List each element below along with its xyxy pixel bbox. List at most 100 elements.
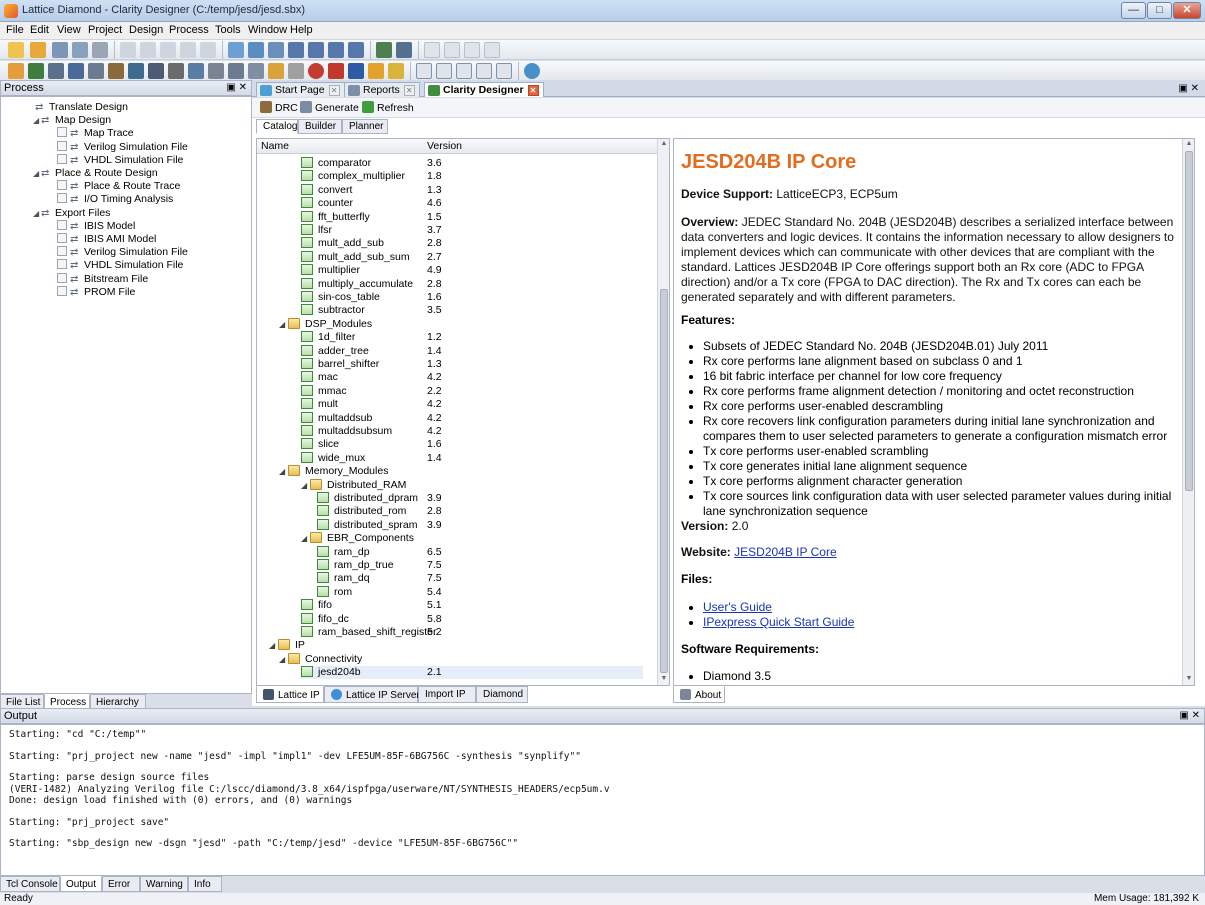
menu-window[interactable]: Window — [248, 24, 287, 36]
about-scroll-thumb[interactable] — [1185, 151, 1193, 491]
redo-icon[interactable] — [140, 42, 156, 58]
zoom-in-icon[interactable] — [288, 42, 304, 58]
catalog-ip-row[interactable]: lfsr — [301, 224, 332, 237]
catalog-ip-row[interactable]: fft_butterfly — [301, 210, 370, 224]
process-checkbox[interactable] — [57, 246, 67, 257]
tab-output[interactable]: Output — [60, 876, 102, 892]
process-checkbox[interactable] — [57, 180, 67, 191]
zoom-out-icon[interactable] — [308, 42, 324, 58]
catalog-ip-row[interactable]: comparator — [301, 157, 371, 170]
tab-error[interactable]: Error — [102, 876, 140, 892]
menu-process[interactable]: Process — [169, 24, 209, 36]
tab-lattice-ip[interactable]: Lattice IP — [256, 686, 324, 703]
catalog-ip-row[interactable]: multaddsubsum — [301, 425, 392, 438]
expand-arrow-icon[interactable]: ◢ — [279, 320, 288, 329]
process-item[interactable]: ⇄ VHDL Simulation File — [57, 153, 183, 167]
ecos-icon[interactable] — [368, 63, 384, 79]
tab-planner[interactable]: Planner — [342, 119, 388, 134]
expand-arrow-icon[interactable]: ◢ — [301, 534, 310, 543]
expand-arrow-icon[interactable]: ◢ — [269, 641, 278, 650]
expand-arrow-icon[interactable]: ◢ — [33, 209, 41, 218]
tab-reports[interactable]: Reports ✕ — [344, 82, 420, 97]
layout-1-icon[interactable] — [424, 42, 440, 58]
expand-arrow-icon[interactable]: ◢ — [301, 481, 310, 490]
physical-view-icon[interactable] — [128, 63, 144, 79]
column-name[interactable]: Name — [261, 140, 289, 152]
print-icon[interactable] — [92, 42, 108, 58]
panel-icon[interactable] — [396, 42, 412, 58]
layout-3-icon[interactable] — [464, 42, 480, 58]
layout-4-icon[interactable] — [484, 42, 500, 58]
copy-icon[interactable] — [180, 42, 196, 58]
replace-icon[interactable] — [248, 42, 264, 58]
menu-project[interactable]: Project — [88, 24, 122, 36]
catalog-scroll-thumb[interactable] — [660, 289, 668, 673]
wizard-icon[interactable] — [388, 63, 404, 79]
scroll-up-icon[interactable]: ▲ — [659, 140, 669, 147]
process-item[interactable]: ⇄ IBIS AMI Model — [57, 233, 156, 246]
scroll-down-icon[interactable]: ▼ — [1184, 675, 1194, 682]
spreadsheet-icon[interactable] — [68, 63, 84, 79]
paste-icon[interactable] — [200, 42, 216, 58]
catalog-ip-row[interactable]: fifo — [301, 599, 332, 612]
netlist-icon[interactable] — [48, 63, 64, 79]
netlist-analyzer-icon[interactable] — [148, 63, 164, 79]
process-checkbox[interactable] — [57, 219, 67, 230]
catalog-ip-row[interactable]: adder_tree — [301, 344, 369, 358]
process-item[interactable]: ⇄ VHDL Simulation File — [57, 259, 183, 272]
catalog-ip-row[interactable]: mult_add_sub — [301, 237, 384, 250]
package-view-icon[interactable] — [88, 63, 104, 79]
output-console[interactable]: Starting: "cd "C:/temp"" Starting: "prj_p… — [0, 724, 1205, 876]
close-tab-icon[interactable]: ✕ — [527, 85, 539, 96]
view-4-icon[interactable] — [476, 63, 492, 79]
tab-warning[interactable]: Warning — [140, 876, 188, 892]
catalog-ip-row[interactable]: ram_dq — [317, 572, 370, 585]
stop-icon[interactable] — [308, 63, 324, 79]
active-hdl-icon[interactable] — [348, 63, 364, 79]
cut-icon[interactable] — [160, 42, 176, 58]
catalog-ip-row[interactable]: wide_mux — [301, 451, 365, 465]
catalog-ip-row[interactable]: jesd204b — [301, 666, 643, 680]
tab-clarity-designer[interactable]: Clarity Designer ✕ — [424, 82, 544, 97]
scroll-down-icon[interactable]: ▼ — [659, 675, 669, 682]
save-icon[interactable] — [52, 42, 68, 58]
users-guide-link[interactable]: User's Guide — [703, 600, 772, 614]
clarity-icon[interactable] — [28, 63, 44, 79]
catalog-ip-row[interactable]: mult — [301, 398, 338, 411]
close-tab-icon[interactable]: ✕ — [403, 85, 415, 96]
tab-tcl-console[interactable]: Tcl Console — [0, 876, 60, 892]
catalog-ip-row[interactable]: distributed_spram — [317, 518, 417, 532]
catalog-ip-row[interactable]: ram_based_shift_register — [301, 626, 436, 639]
tab-builder[interactable]: Builder — [298, 119, 342, 134]
maximize-button[interactable]: □ — [1147, 2, 1172, 19]
process-item[interactable]: ⇄ Place & Route Trace — [57, 180, 180, 193]
zoom-area-icon[interactable] — [328, 42, 344, 58]
help-icon[interactable] — [524, 63, 540, 79]
timing-analysis-icon[interactable] — [168, 63, 184, 79]
process-item[interactable]: ⇄ I/O Timing Analysis — [57, 193, 173, 206]
output-panel-controls[interactable]: ▣ ✕ — [1179, 710, 1200, 721]
new-file-icon[interactable] — [8, 42, 24, 58]
scroll-up-icon[interactable]: ▲ — [1184, 140, 1194, 147]
website-link[interactable]: JESD204B IP Core — [734, 545, 837, 559]
menu-tools[interactable]: Tools — [215, 24, 241, 36]
close-tab-icon[interactable]: ✕ — [328, 85, 340, 96]
tab-about[interactable]: About — [673, 686, 725, 703]
zoom-fit-icon[interactable] — [268, 42, 284, 58]
process-item[interactable]: ⇄ Bitstream File — [57, 272, 148, 286]
tab-info[interactable]: Info — [188, 876, 222, 892]
process-item[interactable]: ◢ ⇄ Place & Route Design — [33, 167, 158, 180]
power-calculator-icon[interactable] — [188, 63, 204, 79]
catalog-folder-row[interactable]: ◢ EBR_Components — [301, 532, 414, 545]
catalog-ip-row[interactable]: multiplier — [301, 264, 360, 277]
process-item[interactable]: ⇄ IBIS Model — [57, 219, 135, 233]
catalog-ip-row[interactable]: fifo_dc — [301, 612, 349, 626]
process-checkbox[interactable] — [57, 193, 67, 204]
catalog-ip-row[interactable]: distributed_dpram — [317, 492, 418, 505]
catalog-ip-row[interactable]: 1d_filter — [301, 331, 355, 344]
catalog-ip-row[interactable]: ram_dp — [317, 545, 370, 559]
undo-icon[interactable] — [120, 42, 136, 58]
process-item[interactable]: ⇄ Map Trace — [57, 127, 134, 140]
view-5-icon[interactable] — [496, 63, 512, 79]
catalog-scrollbar[interactable]: ▲ ▼ — [657, 139, 669, 685]
